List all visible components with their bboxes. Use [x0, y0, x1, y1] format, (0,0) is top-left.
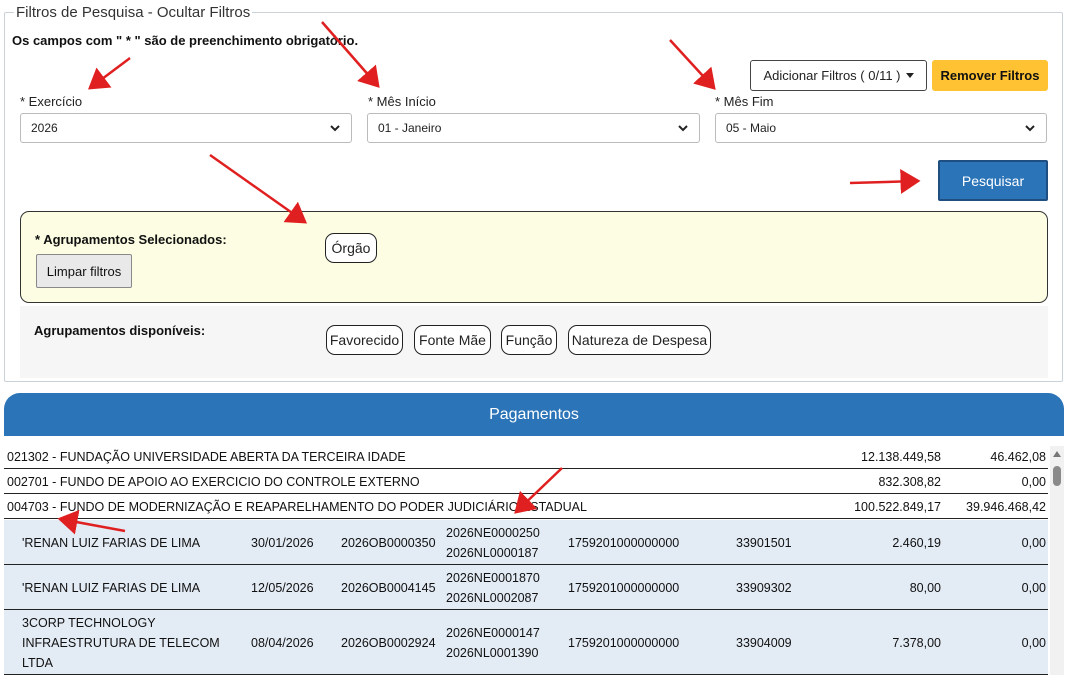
chevron-down-icon	[330, 125, 340, 132]
value-1-cell: 2.460,19	[892, 536, 941, 550]
remove-filters-button[interactable]: Remover Filtros	[932, 60, 1048, 91]
add-filters-button[interactable]: Adicionar Filtros ( 0/11 )	[750, 60, 927, 91]
mes-inicio-select[interactable]: 01 - Janeiro	[367, 113, 700, 143]
ob-cell: 2026OB0000350	[341, 536, 436, 550]
table-row[interactable]: 004703 - FUNDO DE MODERNIZAÇÃO E REAPARE…	[4, 494, 1048, 519]
value-1-cell: 7.378,00	[892, 636, 941, 650]
ob-cell: 2026OB0002924	[341, 636, 436, 650]
favorecido-cell: 'RENAN LUIZ FARIAS DE LIMA	[22, 536, 201, 550]
org-name: 021302 - FUNDAÇÃO UNIVERSIDADE ABERTA DA…	[7, 450, 406, 464]
chevron-down-icon	[678, 125, 688, 132]
date-cell: 12/05/2026	[251, 581, 314, 595]
fonte-cell: 1759201000000000	[568, 536, 680, 550]
chip-fonte-mae[interactable]: Fonte Mãe	[414, 325, 491, 355]
mes-fim-value: 05 - Maio	[726, 121, 777, 135]
table-row[interactable]: 'RENAN LUIZ FARIAS DE LIMA 12/05/2026 20…	[4, 565, 1048, 610]
favorecido-cell: INFRAESTRUTURA DE TELECOM	[22, 636, 220, 650]
filters-toggle-legend[interactable]: Filtros de Pesquisa - Ocultar Filtros	[14, 4, 253, 22]
date-cell: 30/01/2026	[251, 536, 314, 550]
scroll-thumb[interactable]	[1053, 466, 1061, 486]
nl-cell: 2026NL0002087	[446, 591, 539, 605]
fonte-cell: 1759201000000000	[568, 581, 680, 595]
value-2-cell: 0,00	[1021, 636, 1046, 650]
table-row[interactable]: 3CORP TECHNOLOGY INFRAESTRUTURA DE TELEC…	[4, 610, 1048, 675]
ne-cell: 2026NE0000147	[446, 626, 540, 640]
mes-fim-label: * Mês Fim	[715, 94, 774, 109]
payments-table: 021302 - FUNDAÇÃO UNIVERSIDADE ABERTA DA…	[4, 444, 1048, 675]
selected-groupings-panel: * Agrupamentos Selecionados: Limpar filt…	[20, 211, 1048, 303]
caret-down-icon	[905, 73, 914, 78]
exercicio-label: * Exercício	[20, 94, 83, 109]
payments-header: Pagamentos	[4, 393, 1064, 436]
favorecido-cell: 'RENAN LUIZ FARIAS DE LIMA	[22, 581, 201, 595]
natureza-cell: 33904009	[736, 636, 792, 650]
available-groupings-title: Agrupamentos disponíveis:	[34, 323, 206, 338]
search-button[interactable]: Pesquisar	[938, 160, 1048, 201]
mes-inicio-label: * Mês Início	[368, 94, 436, 109]
value-1-cell: 80,00	[909, 581, 941, 595]
org-value-2: 0,00	[1021, 475, 1046, 489]
chip-funcao[interactable]: Função	[501, 325, 557, 355]
natureza-cell: 33909302	[736, 581, 792, 595]
mes-fim-select[interactable]: 05 - Maio	[715, 113, 1047, 143]
nl-cell: 2026NL0001390	[446, 646, 539, 660]
org-name: 002701 - FUNDO DE APOIO AO EXERCICIO DO …	[7, 475, 420, 489]
favorecido-cell: LTDA	[22, 656, 54, 670]
org-value-2: 46.462,08	[990, 450, 1046, 464]
org-name: 004703 - FUNDO DE MODERNIZAÇÃO E REAPARE…	[7, 500, 587, 514]
exercicio-value: 2026	[31, 121, 58, 135]
table-row[interactable]: 'RENAN LUIZ FARIAS DE LIMA 30/01/2026 20…	[4, 520, 1048, 565]
value-2-cell: 0,00	[1021, 536, 1046, 550]
org-value-1: 12.138.449,58	[861, 450, 941, 464]
clear-filters-button[interactable]: Limpar filtros	[36, 254, 132, 288]
chevron-down-icon	[1025, 125, 1035, 132]
exercicio-select[interactable]: 2026	[20, 113, 352, 143]
value-2-cell: 0,00	[1021, 581, 1046, 595]
table-scrollbar[interactable]	[1050, 446, 1064, 675]
ne-cell: 2026NE0001870	[446, 571, 540, 585]
available-groupings-panel: Agrupamentos disponíveis: Favorecido Fon…	[20, 306, 1048, 378]
favorecido-cell: 3CORP TECHNOLOGY	[22, 616, 156, 630]
org-value-1: 832.308,82	[878, 475, 941, 489]
scroll-up-icon[interactable]	[1053, 451, 1061, 457]
selected-groupings-title: * Agrupamentos Selecionados:	[35, 232, 227, 247]
ob-cell: 2026OB0004145	[341, 581, 436, 595]
date-cell: 08/04/2026	[251, 636, 314, 650]
org-value-2: 39.946.468,42	[966, 500, 1046, 514]
required-fields-note: Os campos com " * " são de preenchimento…	[12, 33, 359, 48]
nl-cell: 2026NL0000187	[446, 546, 539, 560]
chip-orgao[interactable]: Órgão	[325, 233, 377, 263]
mes-inicio-value: 01 - Janeiro	[378, 121, 442, 135]
table-row[interactable]: 002701 - FUNDO DE APOIO AO EXERCICIO DO …	[4, 469, 1048, 494]
chip-natureza-despesa[interactable]: Natureza de Despesa	[568, 325, 711, 355]
natureza-cell: 33901501	[736, 536, 792, 550]
add-filters-label: Adicionar Filtros ( 0/11 )	[763, 68, 901, 83]
ne-cell: 2026NE0000250	[446, 526, 540, 540]
table-row[interactable]: 021302 - FUNDAÇÃO UNIVERSIDADE ABERTA DA…	[4, 444, 1048, 469]
fonte-cell: 1759201000000000	[568, 636, 680, 650]
chip-favorecido[interactable]: Favorecido	[326, 325, 403, 355]
org-value-1: 100.522.849,17	[854, 500, 941, 514]
